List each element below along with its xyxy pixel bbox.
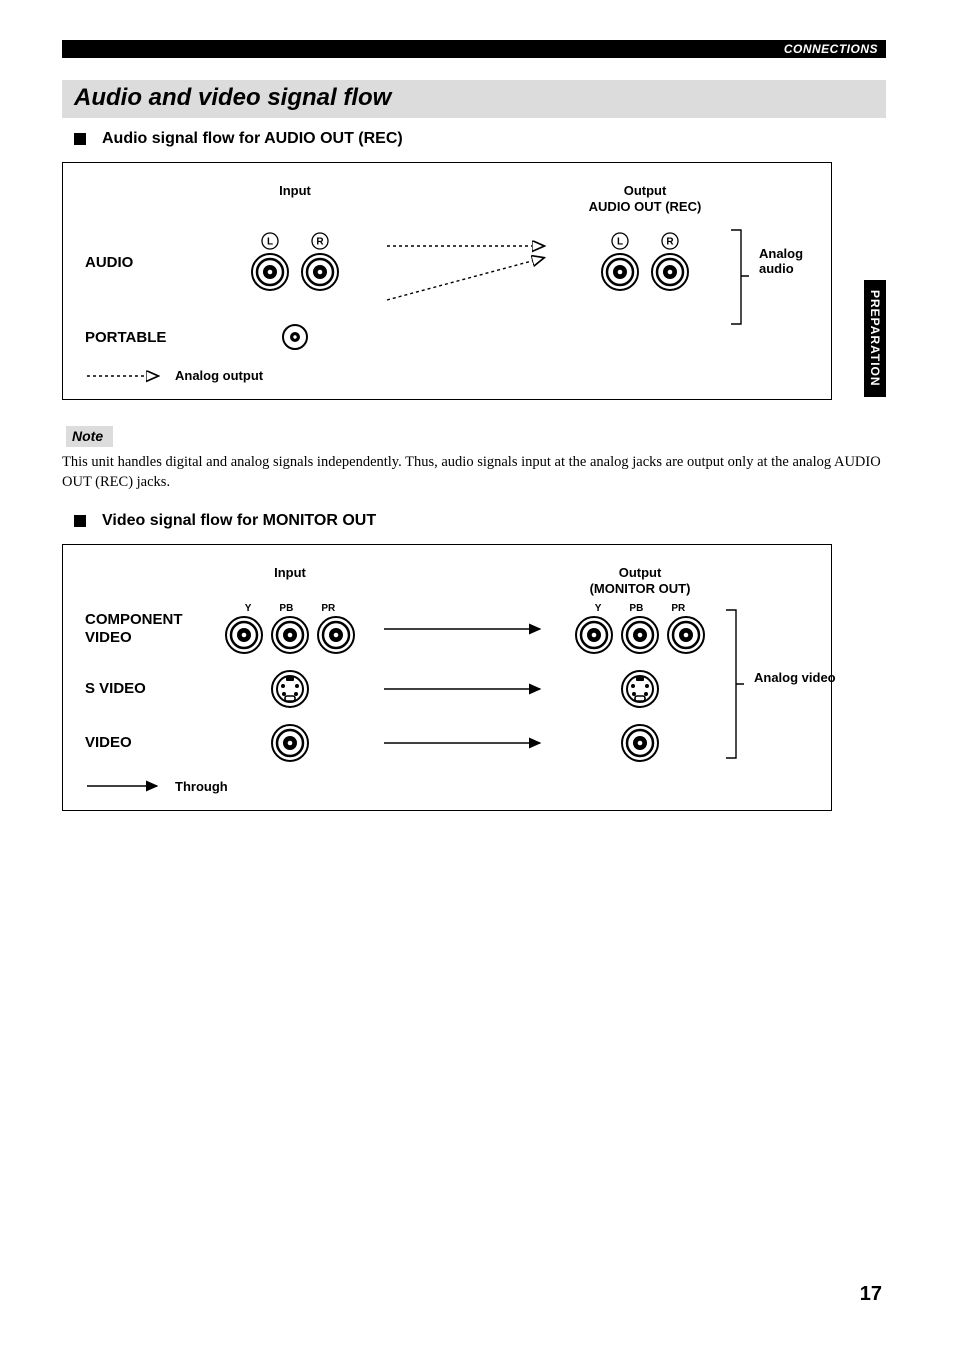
component-output-jacks: Y PB PR <box>550 603 730 655</box>
video-output-header: Output(MONITOR OUT) <box>550 565 730 596</box>
audio-subheading: Audio signal flow for AUDIO OUT (REC) <box>74 130 886 148</box>
rca-jack-icon <box>270 615 310 655</box>
rca-jack-icon <box>620 615 660 655</box>
svideo-arrow <box>380 679 550 699</box>
video-heading-text: Video signal flow for MONITOR OUT <box>102 512 376 530</box>
page-title: Audio and video signal flow <box>62 80 886 118</box>
video-diagram: Input Output(MONITOR OUT) COMPONENT VIDE… <box>62 544 832 810</box>
video-brace: Analog video <box>730 604 835 654</box>
audio-output-header: OutputAUDIO OUT (REC) <box>555 183 735 214</box>
header-bar: CONNECTIONS <box>62 40 886 58</box>
dashed-arrow-icon <box>85 369 165 383</box>
solid-arrow-icon <box>85 779 165 793</box>
r-badge-icon <box>311 232 329 250</box>
row-label-portable: PORTABLE <box>85 329 205 346</box>
audio-input-header: Input <box>205 183 385 199</box>
component-input-jacks: Y PB PR <box>200 603 380 655</box>
svideo-input-jack <box>200 669 380 709</box>
video-subheading: Video signal flow for MONITOR OUT <box>74 512 886 530</box>
rca-jack-icon <box>300 252 340 292</box>
audio-diagram: Input OutputAUDIO OUT (REC) AUDIO <box>62 162 832 400</box>
rca-jack-icon <box>620 723 660 763</box>
rca-jack-icon <box>250 252 290 292</box>
l-badge-icon <box>261 232 279 250</box>
analog-video-label: Analog video <box>754 670 836 685</box>
rca-jack-icon <box>666 615 706 655</box>
rca-jack-icon <box>224 615 264 655</box>
svideo-jack-icon <box>270 669 310 709</box>
note-text: This unit handles digital and analog sig… <box>62 453 886 492</box>
audio-legend: Analog output <box>85 368 809 383</box>
svideo-jack-icon <box>620 669 660 709</box>
rca-jack-icon <box>600 252 640 292</box>
row-label-component: COMPONENT VIDEO <box>85 611 205 646</box>
audio-heading-text: Audio signal flow for AUDIO OUT (REC) <box>102 130 403 148</box>
video-legend-text: Through <box>175 779 228 794</box>
note-label: Note <box>66 426 113 447</box>
portable-input-jack <box>205 322 385 352</box>
mini-jack-icon <box>280 322 310 352</box>
bullet-square-icon <box>74 133 86 145</box>
audio-brace: Analog audio <box>735 232 835 292</box>
page-number: 17 <box>860 1283 882 1306</box>
bullet-square-icon <box>74 515 86 527</box>
row-label-video: VIDEO <box>85 734 205 751</box>
audio-output-jacks <box>555 232 735 292</box>
video-legend: Through <box>85 779 809 794</box>
audio-legend-text: Analog output <box>175 368 263 383</box>
video-input-jack <box>200 723 380 763</box>
header-section: CONNECTIONS <box>784 42 878 56</box>
video-output-jack <box>550 723 730 763</box>
analog-audio-label: Analog audio <box>759 246 835 276</box>
rca-jack-icon <box>270 723 310 763</box>
r-badge-icon <box>661 232 679 250</box>
rca-jack-icon <box>316 615 356 655</box>
video-input-header: Input <box>200 565 380 581</box>
row-label-audio: AUDIO <box>85 254 205 271</box>
side-tab: PREPARATION <box>864 280 886 397</box>
video-arrow <box>380 733 550 753</box>
audio-arrows <box>385 222 555 302</box>
row-label-svideo: S VIDEO <box>85 680 205 697</box>
rca-jack-icon <box>574 615 614 655</box>
l-badge-icon <box>611 232 629 250</box>
audio-input-jacks <box>205 232 385 292</box>
svideo-output-jack <box>550 669 730 709</box>
rca-jack-icon <box>650 252 690 292</box>
component-arrow <box>380 619 550 639</box>
